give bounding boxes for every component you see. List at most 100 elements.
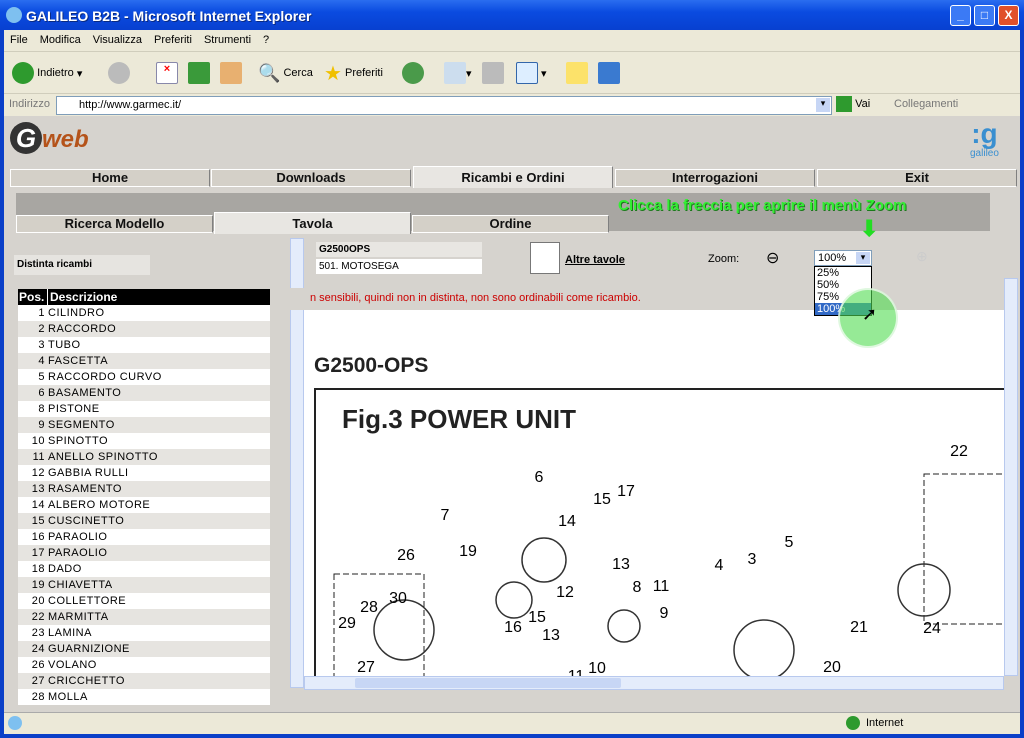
part-shape <box>607 609 641 643</box>
zoom-option[interactable]: 25% <box>815 267 871 279</box>
table-row[interactable]: 17 PARAOLIO <box>18 545 270 561</box>
nav-tab-ricambi-e-ordini[interactable]: Ricambi e Ordini <box>413 166 613 188</box>
minimize-button[interactable]: _ <box>950 5 971 26</box>
callout-label: 3 <box>748 551 757 568</box>
refresh-button[interactable] <box>188 60 210 86</box>
callout-label: 20 <box>823 659 841 676</box>
chevron-down-icon[interactable]: ▾ <box>856 252 870 264</box>
page-icon <box>8 716 22 730</box>
table-row[interactable]: 22 MARMITTA <box>18 609 270 625</box>
table-row[interactable]: 3 TUBO <box>18 337 270 353</box>
zoom-select[interactable]: 100% ▾ <box>814 250 872 266</box>
subtab-ordine[interactable]: Ordine <box>412 215 609 233</box>
page-content: Gweb :g galileo Home Downloads Ricambi e Or… <box>4 116 1020 712</box>
callout-label: 26 <box>397 547 415 564</box>
subtab-ricerca-modello[interactable]: Ricerca Modello <box>16 215 213 233</box>
callout-label: 7 <box>441 507 450 524</box>
table-row[interactable]: 26 VOLANO <box>18 657 270 673</box>
callout-label: 15 <box>528 609 546 626</box>
callout-label: 13 <box>612 556 630 573</box>
horizontal-scrollbar[interactable] <box>304 676 1004 690</box>
zoom-out-icon[interactable]: ⊖ <box>766 248 779 268</box>
table-row[interactable]: 19 CHIAVETTA <box>18 577 270 593</box>
print-button[interactable] <box>482 60 504 86</box>
callout-label: 19 <box>459 543 477 560</box>
menu-modifica[interactable]: Modifica <box>34 30 87 50</box>
table-row[interactable]: 15 CUSCINETTO <box>18 513 270 529</box>
main-pane: G2500OPS 501. MOTOSEGA Altre tavole Zoom… <box>290 238 1018 690</box>
close-button[interactable]: X <box>998 5 1019 26</box>
table-row[interactable]: 9 SEGMENTO <box>18 417 270 433</box>
table-row[interactable]: 6 BASAMENTO <box>18 385 270 401</box>
home-button[interactable] <box>220 60 242 86</box>
nav-tab-home[interactable]: Home <box>10 169 210 187</box>
table-row[interactable]: 23 LAMINA <box>18 625 270 641</box>
mail-button[interactable]: ▾ <box>444 60 472 86</box>
address-input[interactable]: http://www.garmec.it/ <box>56 96 832 115</box>
edit-button[interactable]: ▾ <box>516 60 547 86</box>
toolbar: Indietro ▾ × 🔍 Cerca ★ Preferiti ▾ ▾ <box>4 52 1020 94</box>
messenger-button[interactable] <box>598 60 620 86</box>
table-row[interactable]: 16 PARAOLIO <box>18 529 270 545</box>
callout-label: 13 <box>542 627 560 644</box>
maximize-button[interactable]: □ <box>974 5 995 26</box>
table-row[interactable]: 4 FASCETTA <box>18 353 270 369</box>
forward-icon <box>108 62 130 84</box>
stop-button[interactable]: × <box>156 60 178 86</box>
zoom-in-icon[interactable]: ⊕ <box>916 248 928 265</box>
home-icon <box>220 62 242 84</box>
back-icon <box>12 62 34 84</box>
table-row[interactable]: 12 GABBIA RULLI <box>18 465 270 481</box>
menu-preferiti[interactable]: Preferiti <box>148 30 198 50</box>
callout-label: 17 <box>617 483 635 500</box>
callout-label: 27 <box>357 659 375 676</box>
table-row[interactable]: 27 CRICCHETTO <box>18 673 270 689</box>
subtab-tavola[interactable]: Tavola <box>214 212 411 234</box>
search-button[interactable]: 🔍 Cerca <box>258 60 313 86</box>
address-bar: Indirizzo http://www.garmec.it/ ▾ Vai Co… <box>4 94 1020 116</box>
note-icon <box>566 62 588 84</box>
go-icon <box>836 96 852 112</box>
forward-button[interactable] <box>108 60 130 86</box>
gweb-logo: Gweb <box>10 122 89 154</box>
menu-strumenti[interactable]: Strumenti <box>198 30 257 50</box>
book-icon[interactable] <box>530 242 560 274</box>
table-row[interactable]: 10 SPINOTTO <box>18 433 270 449</box>
table-row[interactable]: 8 PISTONE <box>18 401 270 417</box>
table-row[interactable]: 20 COLLETTORE <box>18 593 270 609</box>
table-row[interactable]: 28 MOLLA <box>18 689 270 705</box>
callout-label: 30 <box>389 590 407 607</box>
vertical-scrollbar-right[interactable] <box>1004 278 1018 676</box>
links-button[interactable]: Collegamenti <box>894 98 958 110</box>
table-row[interactable]: 18 DADO <box>18 561 270 577</box>
printer-icon <box>482 62 504 84</box>
table-row[interactable]: 13 RASAMENTO <box>18 481 270 497</box>
menu-help[interactable]: ? <box>257 30 275 50</box>
menu-file[interactable]: File <box>4 30 34 50</box>
history-button[interactable] <box>402 60 424 86</box>
table-row[interactable]: 1 CILINDRO <box>18 305 270 321</box>
nav-tab-downloads[interactable]: Downloads <box>211 169 411 187</box>
address-dropdown[interactable]: ▾ <box>816 98 830 112</box>
table-row[interactable]: 11 ANELLO SPINOTTO <box>18 449 270 465</box>
nav-tab-interrogazioni[interactable]: Interrogazioni <box>615 169 815 187</box>
table-row[interactable]: 24 GUARNIZIONE <box>18 641 270 657</box>
notes-button[interactable] <box>566 60 588 86</box>
parts-list-header: Pos. Descrizione <box>18 289 270 305</box>
go-button[interactable]: Vai <box>836 96 870 112</box>
table-row[interactable]: 14 ALBERO MOTORE <box>18 497 270 513</box>
callout-label: 8 <box>633 579 642 596</box>
other-tables-link[interactable]: Altre tavole <box>565 254 625 266</box>
nav-tab-exit[interactable]: Exit <box>817 169 1017 187</box>
menu-visualizza[interactable]: Visualizza <box>87 30 148 50</box>
table-row[interactable]: 5 RACCORDO CURVO <box>18 369 270 385</box>
window-title: GALILEO B2B - Microsoft Internet Explore… <box>0 0 1024 30</box>
status-bar: Internet <box>4 712 1020 734</box>
callout-label: 4 <box>715 557 724 574</box>
favorites-button[interactable]: ★ Preferiti <box>324 60 383 86</box>
drawing-area: G2500-OPS Fig.3 POWER UNIT 22 6 15 17 7 14 19 2… <box>304 310 1004 688</box>
back-button[interactable]: Indietro ▾ <box>12 60 82 86</box>
table-row[interactable]: 2 RACCORDO <box>18 321 270 337</box>
part-shape <box>733 619 795 681</box>
part-shape <box>521 537 567 583</box>
